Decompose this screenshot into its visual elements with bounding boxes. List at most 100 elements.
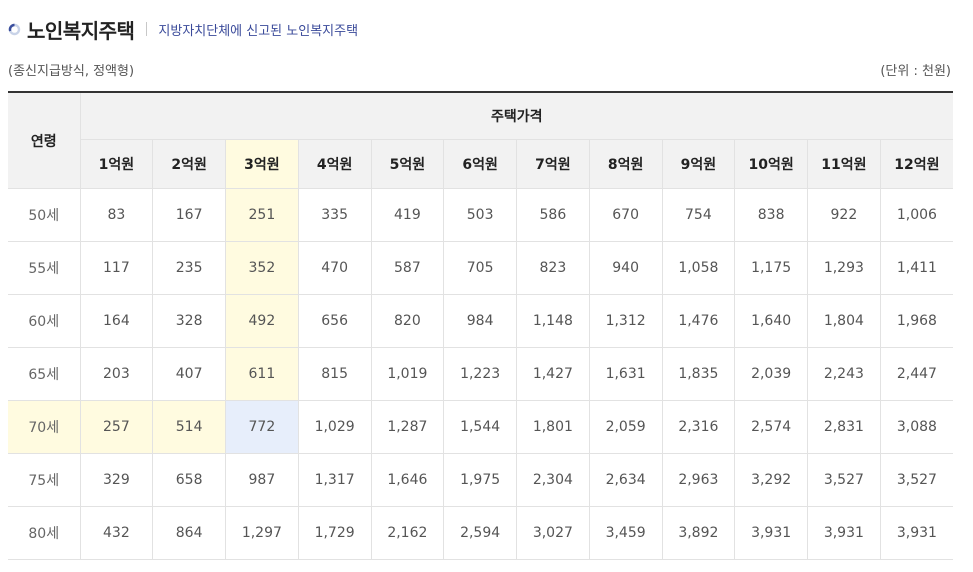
age-cell: 70세 [8, 400, 81, 454]
price-column-header: 6억원 [443, 139, 517, 189]
value-cell: 492 [225, 294, 299, 348]
value-cell: 2,243 [807, 347, 881, 401]
value-cell: 586 [516, 188, 590, 242]
value-cell: 329 [79, 453, 154, 507]
price-column-header: 1억원 [80, 139, 154, 189]
house-price-group-header: 주택가격 [79, 91, 954, 141]
age-cell: 50세 [8, 188, 81, 242]
value-cell: 352 [225, 241, 299, 295]
table-row: 55세 117 235 352 470 587 705 823 940 1,058 1,175 1,2… [8, 241, 954, 295]
value-cell: 658 [152, 453, 226, 507]
value-cell: 1,175 [734, 241, 808, 295]
value-cell: 3,027 [516, 506, 590, 560]
age-column-header: 연령 [8, 91, 81, 189]
value-cell: 167 [152, 188, 226, 242]
bullet-ring-icon [8, 23, 21, 36]
page-header: 노인복지주택 지방자치단체에 신고된 노인복지주택 [8, 14, 358, 44]
value-cell: 587 [370, 241, 445, 295]
value-cell: 1,317 [297, 453, 372, 507]
value-cell: 1,646 [370, 453, 445, 507]
value-cell: 1,312 [588, 294, 663, 348]
value-cell: 1,287 [370, 400, 445, 454]
page-title: 노인복지주택 [27, 18, 135, 43]
value-cell: 83 [79, 188, 154, 242]
value-cell: 335 [297, 188, 372, 242]
value-cell: 820 [370, 294, 445, 348]
value-cell: 1,631 [588, 347, 663, 401]
value-cell: 1,835 [661, 347, 736, 401]
table-row: 80세 432 864 1,297 1,729 2,162 2,594 3,027 3,459 3… [8, 506, 954, 560]
value-cell: 3,527 [807, 453, 881, 507]
payment-method-note: (종신지급방식, 정액형) [8, 64, 135, 79]
value-cell: 432 [79, 506, 154, 560]
value-cell: 2,059 [588, 400, 663, 454]
value-cell: 1,223 [443, 347, 517, 401]
value-cell: 838 [734, 188, 808, 242]
price-column-header: 2억원 [152, 139, 226, 189]
value-cell: 1,729 [297, 506, 372, 560]
value-cell: 754 [661, 188, 736, 242]
value-cell: 164 [79, 294, 154, 348]
value-cell: 328 [152, 294, 226, 348]
value-cell: 2,594 [443, 506, 517, 560]
value-cell: 1,297 [225, 506, 299, 560]
value-cell: 2,574 [734, 400, 808, 454]
value-cell: 514 [152, 400, 226, 454]
title-divider [146, 22, 148, 36]
table-row: 60세 164 328 492 656 820 984 1,148 1,312 1,476 1,64… [8, 294, 954, 348]
value-cell: 987 [225, 453, 299, 507]
value-cell: 2,634 [588, 453, 663, 507]
value-cell: 2,039 [734, 347, 808, 401]
value-cell: 670 [588, 188, 663, 242]
value-cell: 203 [79, 347, 154, 401]
unit-note: (단위 : 천원) [880, 64, 951, 79]
price-column-header: 4억원 [297, 139, 372, 189]
value-cell: 3,527 [879, 453, 954, 507]
value-cell: 1,293 [807, 241, 881, 295]
value-cell: 656 [297, 294, 372, 348]
value-cell: 407 [152, 347, 226, 401]
value-cell: 772 [225, 400, 299, 454]
value-cell: 1,476 [661, 294, 736, 348]
value-cell: 3,088 [879, 400, 954, 454]
value-cell: 1,975 [443, 453, 517, 507]
value-cell: 1,544 [443, 400, 517, 454]
value-cell: 2,304 [516, 453, 590, 507]
value-cell: 3,292 [734, 453, 808, 507]
value-cell: 815 [297, 347, 372, 401]
value-cell: 117 [79, 241, 154, 295]
value-cell: 940 [588, 241, 663, 295]
table-row: 50세 83 167 251 335 419 503 586 670 754 838 922 1,006 [8, 188, 954, 242]
value-cell: 705 [443, 241, 517, 295]
price-column-header: 5억원 [370, 139, 445, 189]
value-cell: 419 [370, 188, 445, 242]
value-cell: 1,411 [879, 241, 954, 295]
value-cell: 1,801 [516, 400, 590, 454]
value-cell: 503 [443, 188, 517, 242]
age-cell: 65세 [8, 347, 81, 401]
value-cell: 864 [152, 506, 226, 560]
value-cell: 1,804 [807, 294, 881, 348]
price-column-header: 3억원 [225, 139, 299, 189]
value-cell: 1,058 [661, 241, 736, 295]
value-cell: 251 [225, 188, 299, 242]
table-row: 70세 257 514 772 1,029 1,287 1,544 1,801 2,059 2,3… [8, 400, 954, 454]
value-cell: 1,019 [370, 347, 445, 401]
table-header-row: 연령 주택가격 [8, 91, 954, 189]
value-cell: 235 [152, 241, 226, 295]
price-column-header: 7억원 [516, 139, 590, 189]
age-cell: 75세 [8, 453, 81, 507]
value-cell: 3,459 [588, 506, 663, 560]
value-cell: 3,892 [661, 506, 736, 560]
value-cell: 1,640 [734, 294, 808, 348]
value-cell: 2,831 [807, 400, 881, 454]
value-cell: 470 [297, 241, 372, 295]
value-cell: 2,316 [661, 400, 736, 454]
value-cell: 2,162 [370, 506, 445, 560]
page-subtitle: 지방자치단체에 신고된 노인복지주택 [158, 23, 359, 39]
value-cell: 1,029 [297, 400, 372, 454]
value-cell: 1,427 [516, 347, 590, 401]
value-cell: 1,006 [879, 188, 954, 242]
price-column-header: 10억원 [734, 139, 808, 189]
price-column-header: 8억원 [588, 139, 663, 189]
